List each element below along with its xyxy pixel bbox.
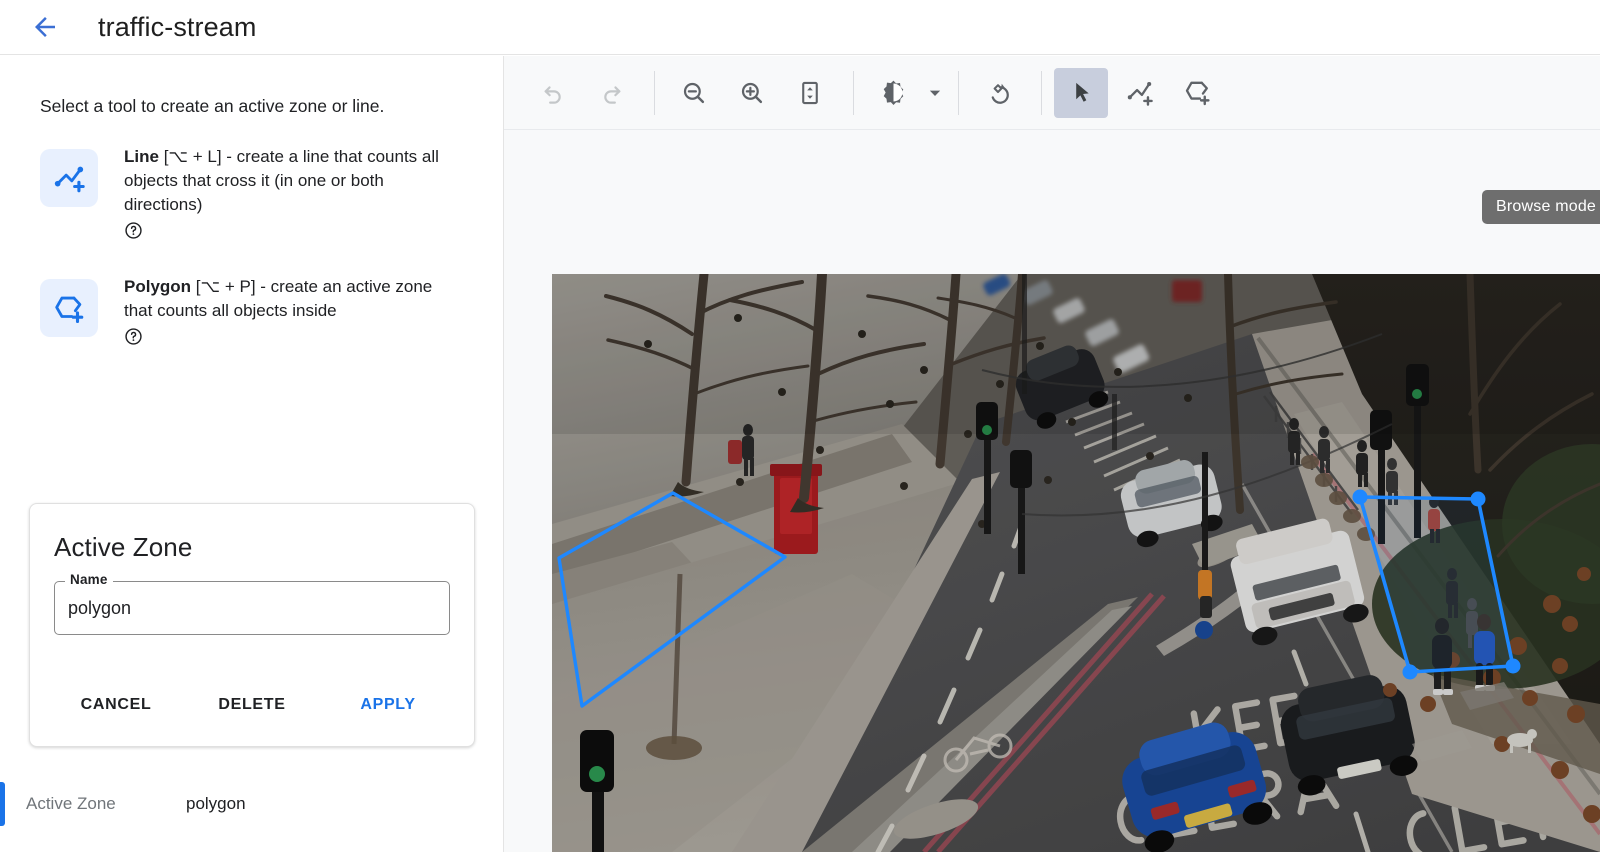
undo-button[interactable] <box>526 68 580 118</box>
line-tool-name: Line <box>124 147 159 166</box>
zoom-out-icon <box>680 79 708 107</box>
line-tool-icon <box>52 161 86 195</box>
line-tool-shortcut: [⌥ + L] <box>164 147 222 166</box>
app-header: traffic-stream <box>0 0 1600 55</box>
fit-to-height-icon <box>796 79 824 107</box>
active-zone-card: Active Zone Name CANCEL DELETE APPLY <box>29 503 475 747</box>
toolbar-divider <box>1041 71 1042 115</box>
toolbar-divider <box>853 71 854 115</box>
redo-button[interactable] <box>584 68 638 118</box>
zone-name-field[interactable]: Name <box>54 581 450 635</box>
tool-entry-polygon[interactable]: Polygon [⌥ + P] - create an active zone … <box>0 275 503 353</box>
page-title: traffic-stream <box>98 12 256 43</box>
reset-view-button[interactable] <box>971 68 1025 118</box>
toolbar-divider <box>958 71 959 115</box>
zone-name-input[interactable] <box>54 581 450 635</box>
zoom-in-icon <box>738 79 766 107</box>
zone-list-item-value: polygon <box>186 794 246 814</box>
brightness-button[interactable] <box>866 68 920 118</box>
reset-rotate-icon <box>984 79 1012 107</box>
active-zone-card-title: Active Zone <box>54 532 474 563</box>
polygon-tool-icon <box>1183 78 1212 107</box>
brightness-icon <box>879 78 908 107</box>
line-help-icon[interactable] <box>124 221 143 240</box>
video-image <box>552 274 1600 852</box>
back-button[interactable] <box>22 4 68 50</box>
panel-hint: Select a tool to create an active zone o… <box>40 96 503 117</box>
left-panel: Select a tool to create an active zone o… <box>0 56 504 852</box>
fit-height-button[interactable] <box>783 68 837 118</box>
zone-card-actions: CANCEL DELETE APPLY <box>30 686 474 724</box>
polygon-tool-name: Polygon <box>124 277 191 296</box>
toolbar-divider <box>654 71 655 115</box>
line-tool-icon <box>1125 78 1154 107</box>
cursor-arrow-icon <box>1068 79 1095 106</box>
browse-mode-button[interactable] <box>1054 68 1108 118</box>
video-stage[interactable] <box>504 130 1600 852</box>
tool-entry-line[interactable]: Line [⌥ + L] - create a line that counts… <box>0 145 503 247</box>
polygon-tool-icon <box>52 291 86 325</box>
polygon-tool-shortcut: [⌥ + P] <box>196 277 256 296</box>
zoom-in-button[interactable] <box>725 68 779 118</box>
canvas-area: Browse mode (Alt + Esc) <box>504 56 1600 852</box>
browse-mode-tooltip: Browse mode (Alt + Esc) <box>1482 190 1600 224</box>
polygon-help-icon[interactable] <box>124 327 143 346</box>
polygon-tool-button[interactable] <box>1170 68 1224 118</box>
arrow-left-icon <box>30 12 60 42</box>
selected-marker <box>0 782 5 826</box>
zone-list-item[interactable]: Active Zone polygon <box>0 768 504 840</box>
brightness-dropdown-toggle[interactable] <box>924 68 946 118</box>
tool-list: Line [⌥ + L] - create a line that counts… <box>0 145 503 353</box>
polygon-tool-text: Polygon [⌥ + P] - create an active zone … <box>124 275 464 353</box>
chevron-down-icon <box>928 86 942 100</box>
line-tool-button[interactable] <box>1112 68 1166 118</box>
line-tool-text: Line [⌥ + L] - create a line that counts… <box>124 145 464 247</box>
line-tool-swatch[interactable] <box>40 149 98 207</box>
zone-list: Active Zone polygon <box>0 768 504 840</box>
canvas-toolbar <box>504 56 1600 130</box>
polygon-tool-swatch[interactable] <box>40 279 98 337</box>
delete-button[interactable]: DELETE <box>184 686 320 724</box>
apply-button[interactable]: APPLY <box>320 686 456 724</box>
video-frame[interactable] <box>552 274 1600 852</box>
zoom-out-button[interactable] <box>667 68 721 118</box>
redo-icon <box>598 79 625 106</box>
cancel-button[interactable]: CANCEL <box>48 686 184 724</box>
undo-icon <box>540 79 567 106</box>
app-root: traffic-stream Select a tool to create a… <box>0 0 1600 852</box>
zone-list-item-kind: Active Zone <box>26 794 186 814</box>
